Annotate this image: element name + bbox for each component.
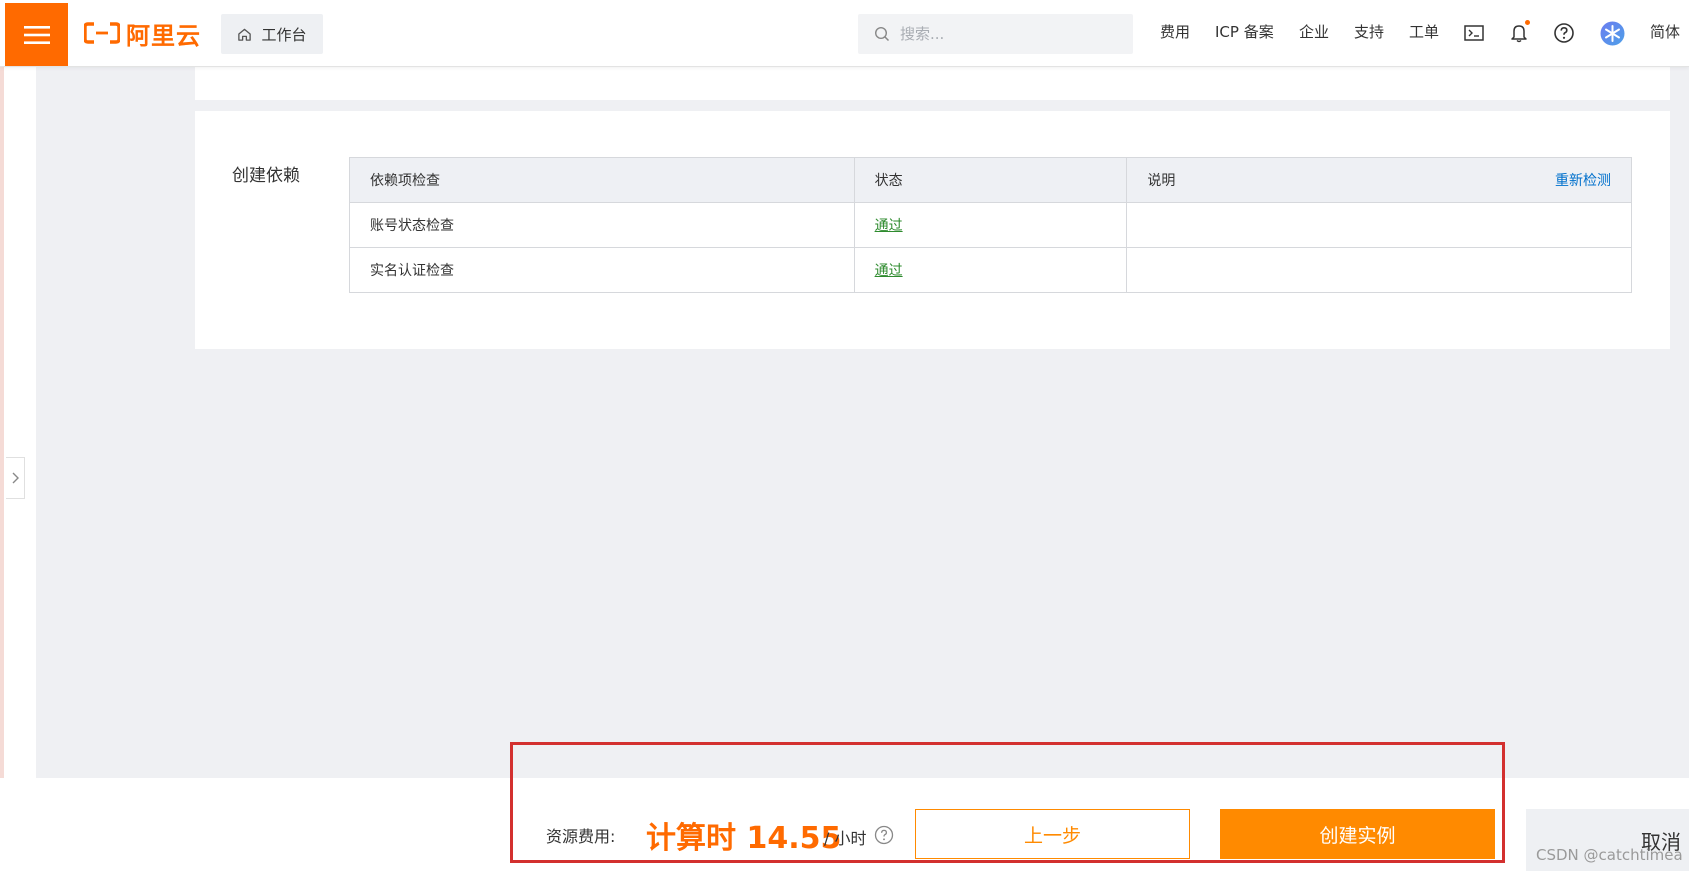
user-avatar-button[interactable] (1599, 20, 1625, 46)
menu-icon (23, 25, 50, 44)
description-cell (1126, 202, 1632, 248)
column-header-description-label: 说明 (1147, 173, 1176, 189)
top-navigation-bar: 阿里云 工作台 费用 ICP 备案 企业 支持 工单 (0, 0, 1689, 67)
aliyun-logo-icon (84, 22, 120, 44)
notifications-button[interactable] (1506, 20, 1532, 46)
nav-tickets[interactable]: 工单 (1409, 21, 1439, 42)
help-button[interactable] (1551, 20, 1577, 46)
brand-name: 阿里云 (126, 21, 201, 50)
highlight-annotation-box (510, 742, 1505, 863)
workbench-button[interactable]: 工作台 (221, 14, 323, 54)
previous-section-card (195, 66, 1670, 100)
help-circle-icon (1554, 23, 1574, 43)
check-name: 实名认证检查 (349, 247, 855, 293)
terminal-icon (1464, 25, 1484, 41)
brand-logo[interactable]: 阿里云 (84, 15, 201, 51)
table-row: 账号状态检查 通过 (349, 202, 1632, 248)
table-header-row: 依赖项检查 状态 说明 重新检测 (349, 157, 1632, 203)
description-cell (1126, 247, 1632, 293)
search-box[interactable] (858, 14, 1133, 54)
nav-support[interactable]: 支持 (1354, 21, 1384, 42)
language-switch[interactable]: 简体 (1650, 21, 1680, 42)
status-pass-link[interactable]: 通过 (875, 263, 903, 279)
sidebar-expand-button[interactable] (6, 457, 25, 499)
column-header-status: 状态 (853, 157, 1128, 203)
status-pass-link[interactable]: 通过 (875, 218, 903, 234)
nav-fees[interactable]: 费用 (1160, 21, 1190, 42)
notification-dot (1525, 20, 1530, 25)
table-row: 实名认证检查 通过 (349, 247, 1632, 293)
status-cell: 通过 (853, 202, 1128, 248)
workbench-label: 工作台 (261, 25, 307, 44)
menu-button[interactable] (5, 3, 68, 66)
section-label-dependencies: 创建依赖 (232, 166, 300, 186)
home-icon (238, 28, 252, 41)
terminal-button[interactable] (1461, 20, 1487, 46)
search-input[interactable] (898, 24, 1122, 44)
column-header-check: 依赖项检查 (349, 157, 855, 203)
bell-icon (1511, 25, 1527, 43)
check-name: 账号状态检查 (349, 202, 855, 248)
search-icon (874, 26, 890, 42)
recheck-link[interactable]: 重新检测 (1555, 170, 1611, 190)
avatar-icon (1600, 21, 1624, 45)
column-header-description: 说明 重新检测 (1126, 157, 1632, 203)
dependency-table: 依赖项检查 状态 说明 重新检测 账号状态检查 通过 实名认证检查 通过 (349, 157, 1632, 293)
nav-enterprise[interactable]: 企业 (1299, 21, 1329, 42)
watermark-text: CSDN @catchtimea (1536, 846, 1683, 864)
nav-icp[interactable]: ICP 备案 (1215, 21, 1274, 42)
chevron-right-icon (12, 472, 19, 484)
status-cell: 通过 (853, 247, 1128, 293)
